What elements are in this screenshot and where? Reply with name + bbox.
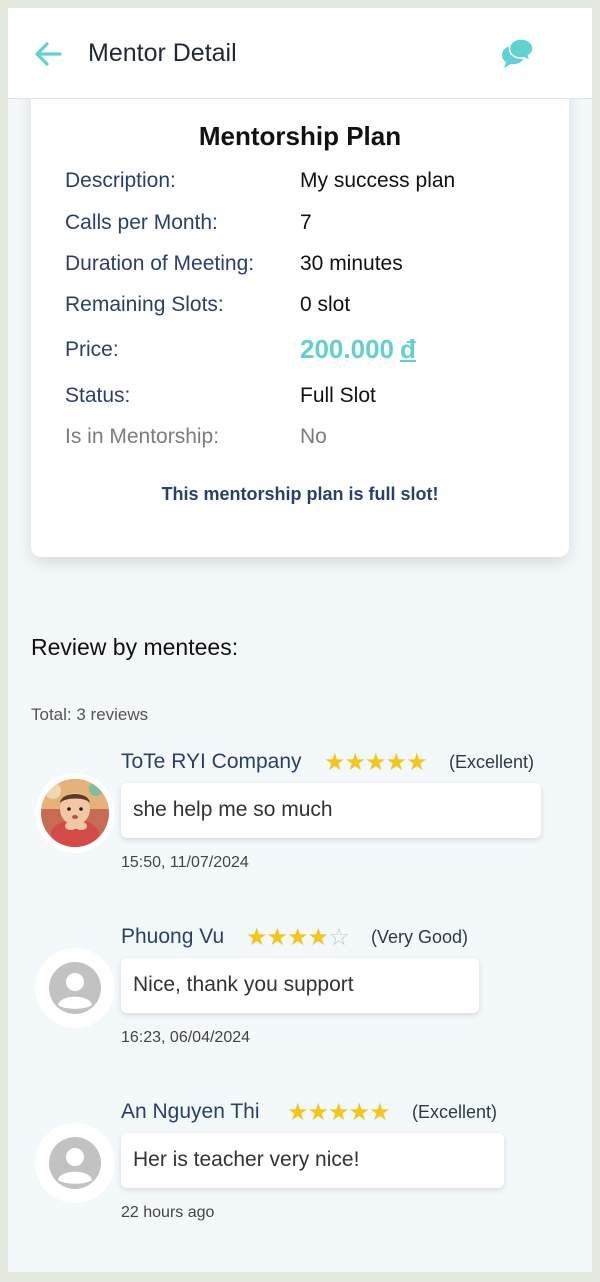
top-bar: Mentor Detail: [8, 8, 592, 99]
description-value: My success plan: [300, 169, 456, 192]
review-item: An Nguyen Thi ★★★★★ (Excellent) Her is t…: [8, 1099, 592, 1240]
calls-per-month-label: Calls per Month:: [65, 211, 218, 234]
avatar[interactable]: [41, 1129, 109, 1197]
chat-bubbles-icon[interactable]: [500, 36, 536, 72]
price-amount: 200.000: [300, 334, 394, 364]
review-comment: she help me so much: [121, 783, 541, 838]
arrow-left-icon[interactable]: [32, 38, 64, 70]
description-label: Description:: [65, 169, 176, 192]
rating-label: (Excellent): [449, 752, 535, 772]
currency-symbol: đ: [399, 334, 416, 364]
review-comment: Her is teacher very nice!: [121, 1133, 504, 1188]
default-user-icon: [49, 1137, 101, 1189]
reviews-heading: Review by mentees:: [31, 634, 239, 660]
plan-title: Mentorship Plan: [198, 121, 402, 151]
in-mentorship-value: No: [300, 425, 327, 448]
star-rating: ★★★★☆: [246, 924, 350, 951]
duration-label: Duration of Meeting:: [65, 252, 255, 275]
star-rating: ★★★★★: [324, 749, 428, 776]
star-rating: ★★★★★: [287, 1099, 391, 1126]
reviewer-name: ToTe RYI Company: [121, 750, 302, 773]
review-comment: Nice, thank you support: [121, 958, 479, 1013]
duration-value: 30 minutes: [300, 252, 403, 275]
calls-per-month-value: 7: [300, 211, 312, 234]
review-timestamp: 16:23, 06/04/2024: [121, 1029, 251, 1046]
app-frame: Mentor Detail Mentorship Plan Descriptio…: [8, 8, 592, 1272]
child-photo: [41, 779, 109, 847]
default-user-icon: [49, 962, 101, 1014]
mentorship-plan-card: Mentorship Plan Description: My success …: [31, 78, 569, 557]
remaining-slots-label: Remaining Slots:: [65, 293, 224, 316]
rating-label: (Excellent): [412, 1102, 498, 1122]
status-value: Full Slot: [300, 384, 376, 407]
price-value: 200.000 đ: [300, 334, 416, 365]
reviewer-name: An Nguyen Thi: [121, 1100, 260, 1123]
status-label: Status:: [65, 384, 131, 407]
review-item: Phuong Vu ★★★★☆ (Very Good) Nice, thank …: [8, 924, 592, 1065]
remaining-slots-value: 0 slot: [300, 293, 351, 316]
avatar[interactable]: [41, 954, 109, 1022]
in-mentorship-label: Is in Mentorship:: [65, 425, 220, 448]
review-timestamp: 22 hours ago: [121, 1204, 215, 1221]
reviewer-name: Phuong Vu: [121, 925, 225, 948]
review-item: ToTe RYI Company ★★★★★ (Excellent) she h…: [8, 749, 592, 890]
price-label: Price:: [65, 338, 119, 361]
reviews-total: Total: 3 reviews: [31, 705, 149, 724]
page-title: Mentor Detail: [88, 39, 237, 67]
avatar[interactable]: [41, 779, 109, 847]
review-timestamp: 15:50, 11/07/2024: [121, 854, 249, 871]
full-slot-notice: This mentorship plan is full slot!: [161, 484, 439, 504]
rating-label: (Very Good): [371, 927, 469, 947]
